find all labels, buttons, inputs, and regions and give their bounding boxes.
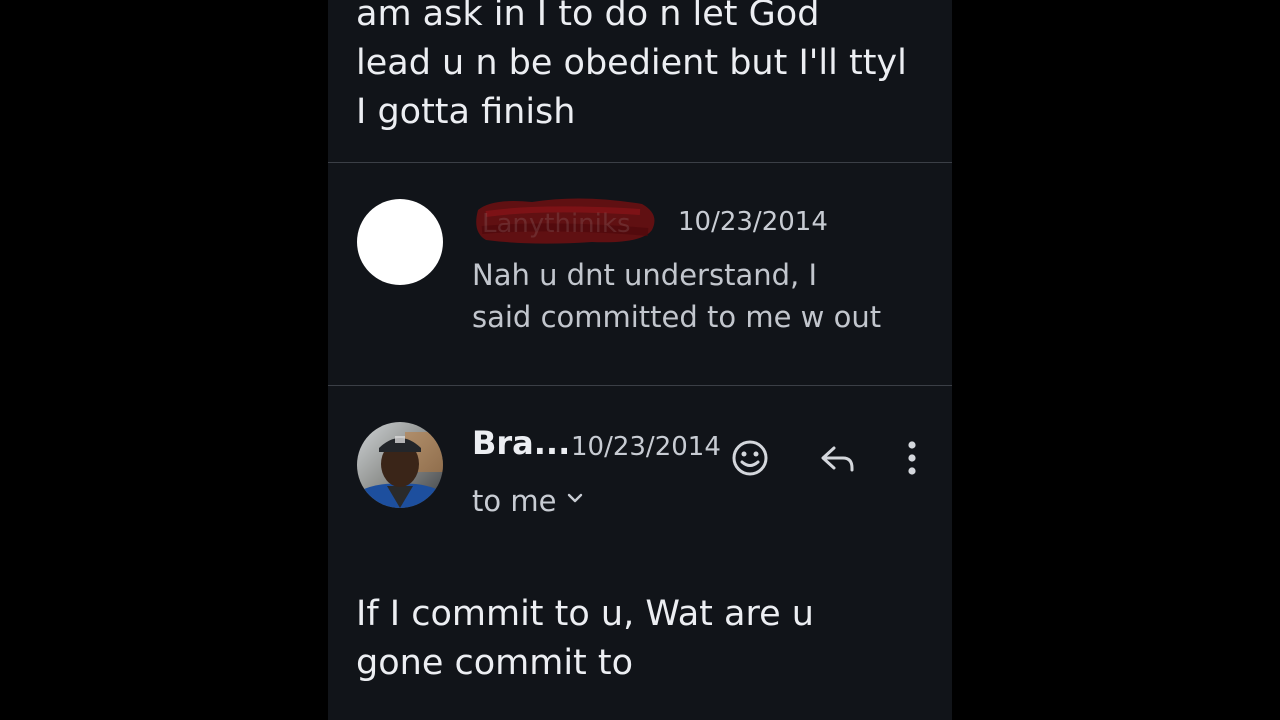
snippet-line: Nah u dnt understand, I — [472, 258, 817, 292]
redacted-sender-text: Lanythiniks — [482, 209, 630, 239]
more-vertical-icon — [908, 441, 916, 475]
reply-button[interactable] — [811, 432, 863, 484]
email-thread-view: am ask in I to do n let God lead u n be … — [328, 0, 952, 720]
more-options-button[interactable] — [886, 432, 938, 484]
message-divider — [328, 162, 952, 163]
message-date: 10/23/2014 — [571, 432, 721, 462]
message-date: 10/23/2014 — [678, 207, 828, 237]
previous-message-body: am ask in I to do n let God lead u n be … — [356, 0, 936, 137]
add-reaction-icon — [732, 440, 768, 476]
previous-body-line: lead u n be obedient but I'll ttyl — [356, 43, 907, 83]
previous-body-line: I gotta finish — [356, 92, 576, 132]
message-snippet: Nah u dnt understand, I said committed t… — [472, 254, 881, 338]
body-line: gone commit to — [356, 643, 634, 683]
redaction-scribble: Lanythiniks — [476, 198, 655, 244]
add-reaction-button[interactable] — [724, 432, 776, 484]
redacted-sender-name: Lanythiniks — [472, 196, 658, 248]
chevron-down-icon — [568, 493, 583, 503]
sender-avatar-photo[interactable] — [357, 422, 443, 508]
open-message-body: If I commit to u, Wat are u gone commit … — [356, 590, 814, 688]
sender-avatar — [357, 199, 443, 285]
sender-name[interactable]: Bra... — [472, 424, 570, 462]
recipients-toggle[interactable]: to me — [472, 484, 584, 518]
body-line: If I commit to u, Wat are u — [356, 594, 814, 634]
recipients-label: to me — [472, 484, 557, 518]
snippet-line: said committed to me w out — [472, 300, 882, 334]
reply-icon — [821, 446, 854, 472]
previous-body-line: am ask in I to do n let God — [356, 0, 820, 34]
message-divider — [328, 385, 952, 386]
